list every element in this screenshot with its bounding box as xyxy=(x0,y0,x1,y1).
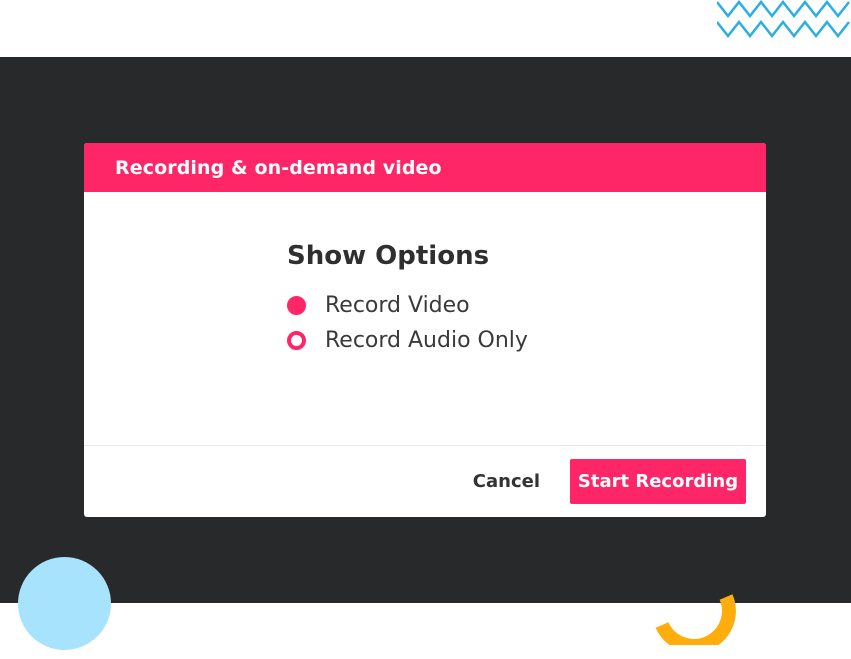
radio-label: Record Video xyxy=(325,293,470,318)
circle-decoration-icon xyxy=(18,557,111,650)
radio-checked-icon[interactable] xyxy=(287,296,306,315)
options-title: Show Options xyxy=(287,241,490,271)
dialog-footer: Cancel Start Recording xyxy=(84,446,766,517)
radio-record-audio-only[interactable]: Record Audio Only xyxy=(287,328,528,353)
radio-record-video[interactable]: Record Video xyxy=(287,293,470,318)
start-recording-button[interactable]: Start Recording xyxy=(570,459,746,504)
recording-dialog: Recording & on-demand video Show Options… xyxy=(84,143,766,517)
dialog-body: Show Options Record Video Record Audio O… xyxy=(84,192,766,445)
dialog-title: Recording & on-demand video xyxy=(115,156,442,179)
zigzag-decoration-icon xyxy=(717,0,850,39)
dialog-header: Recording & on-demand video xyxy=(84,143,766,192)
radio-unchecked-icon[interactable] xyxy=(287,331,306,350)
arc-decoration-icon xyxy=(655,594,736,645)
cancel-button[interactable]: Cancel xyxy=(463,461,550,502)
radio-label: Record Audio Only xyxy=(325,328,528,353)
